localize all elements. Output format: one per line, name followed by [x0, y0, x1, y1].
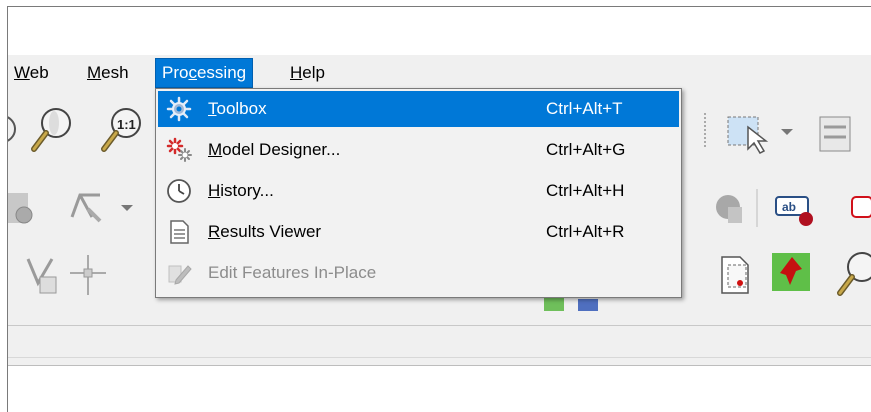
menu-item-edit-features-in-place[interactable]: Edit Features In-Place — [158, 255, 679, 291]
toolbar-separator-icon — [756, 189, 758, 227]
results-viewer-label: Results Viewer — [208, 222, 322, 241]
edit-in-place-icon — [168, 265, 192, 285]
digitize-icon[interactable] — [8, 189, 38, 229]
menu-mesh-accel: M — [87, 63, 102, 82]
model-designer-label: Model Designer... — [208, 140, 341, 159]
attribute-table-icon[interactable] — [816, 115, 856, 153]
render-3d-icon[interactable] — [712, 189, 746, 229]
select-feature-icon[interactable] — [726, 113, 776, 155]
identify-feature-icon[interactable] — [716, 253, 760, 297]
vertex-tool-icon[interactable] — [22, 253, 62, 297]
menu-item-results-viewer[interactable]: Results Viewer Ctrl+Alt+R — [158, 214, 679, 250]
menu-mesh-label: esh — [101, 63, 129, 82]
menu-web-label: eb — [29, 63, 49, 82]
menu-processing[interactable]: Processing — [154, 58, 254, 88]
svg-text:1:1: 1:1 — [117, 117, 136, 132]
menu-web-accel: W — [14, 63, 30, 82]
clock-icon — [167, 179, 191, 203]
menu-web[interactable]: Web — [8, 59, 55, 87]
menu-item-history[interactable]: History... Ctrl+Alt+H — [158, 173, 679, 209]
label-icon[interactable]: ab — [772, 189, 820, 229]
toolbox-label: Toolbox — [208, 99, 267, 118]
menu-bar: Web Mesh Processing Help — [8, 55, 871, 91]
document-icon — [170, 220, 189, 244]
model-designer-icon — [166, 137, 192, 162]
zoom-native-icon[interactable]: 1:1 — [98, 105, 148, 155]
model-designer-shortcut: Ctrl+Alt+G — [546, 140, 626, 159]
menu-help[interactable]: Help — [284, 59, 331, 87]
menu-mesh[interactable]: Mesh — [81, 59, 135, 87]
menu-item-model-designer[interactable]: Model Designer... Ctrl+Alt+G — [158, 132, 679, 168]
zoom-in-icon[interactable] — [30, 105, 76, 155]
identify-icon[interactable] — [834, 247, 871, 299]
processing-dropdown-menu: Toolbox Ctrl+Alt+T Model Designer... Ctr… — [155, 88, 682, 298]
results-viewer-shortcut: Ctrl+Alt+R — [546, 222, 625, 241]
gear-icon — [166, 96, 192, 122]
toolbar-divider — [8, 357, 871, 358]
history-label: History... — [208, 181, 274, 200]
toolbar-divider — [8, 325, 871, 326]
menu-processing-label: essing — [196, 63, 247, 82]
svg-text:ab: ab — [782, 200, 796, 214]
toolbox-shortcut: Ctrl+Alt+T — [546, 99, 623, 118]
partial-tool-icon[interactable] — [7, 111, 22, 155]
title-area — [8, 7, 871, 55]
menu-help-accel: H — [290, 63, 303, 82]
map-canvas[interactable] — [8, 365, 871, 412]
menu-item-toolbox[interactable]: Toolbox Ctrl+Alt+T — [158, 91, 679, 127]
label-highlight-icon[interactable] — [848, 193, 871, 227]
chevron-down-icon[interactable] — [780, 127, 794, 137]
chevron-down-icon[interactable] — [120, 203, 134, 213]
menu-help-label: elp — [302, 63, 325, 82]
toolbar-grip-icon — [704, 113, 706, 149]
add-pin-icon[interactable] — [768, 249, 814, 297]
node-tool-icon[interactable] — [68, 253, 108, 297]
menu-processing-label-pre: Pro — [162, 63, 189, 82]
history-shortcut: Ctrl+Alt+H — [546, 181, 625, 200]
menu-processing-accel: c — [188, 63, 197, 82]
snap-icon[interactable] — [66, 187, 106, 227]
edit-features-in-place-label: Edit Features In-Place — [208, 263, 377, 282]
